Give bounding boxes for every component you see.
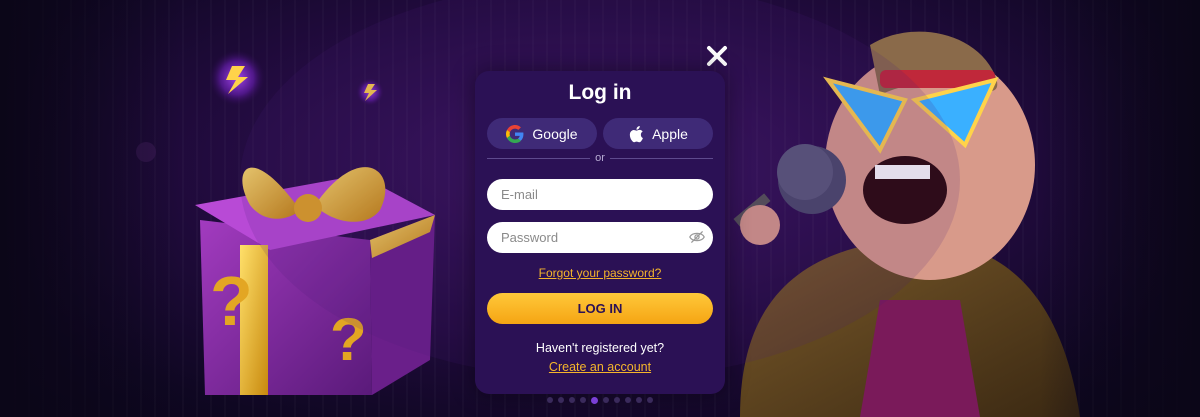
google-login-button[interactable]: Google	[487, 118, 597, 149]
modal-title: Log in	[568, 81, 632, 104]
right-edge-fade	[1040, 0, 1200, 417]
carousel-dot[interactable]	[580, 397, 586, 403]
carousel-dot[interactable]	[625, 397, 631, 403]
svg-text:?: ?	[210, 262, 253, 340]
left-edge-fade	[0, 0, 180, 417]
carousel-indicators	[530, 397, 670, 405]
carousel-dot[interactable]	[647, 397, 653, 403]
apple-label: Apple	[652, 125, 688, 142]
carousel-dot[interactable]	[569, 397, 575, 403]
close-icon	[707, 46, 727, 66]
carousel-dot[interactable]	[603, 397, 609, 403]
email-field[interactable]	[487, 179, 713, 210]
eye-slash-icon[interactable]	[689, 230, 705, 244]
login-button[interactable]: LOG IN	[487, 293, 713, 324]
login-modal: Log in Google Apple or Forgot your passw…	[475, 71, 725, 394]
carousel-dot[interactable]	[547, 397, 553, 403]
apple-login-button[interactable]: Apple	[603, 118, 713, 149]
apple-icon	[629, 125, 643, 142]
forgot-password-link[interactable]: Forgot your password?	[475, 266, 725, 280]
carousel-dot[interactable]	[591, 397, 598, 404]
create-account-link[interactable]: Create an account	[475, 360, 725, 374]
carousel-dot[interactable]	[636, 397, 642, 403]
google-icon	[506, 124, 524, 143]
carousel-dot[interactable]	[558, 397, 564, 403]
close-button[interactable]	[703, 42, 731, 70]
carousel-dot[interactable]	[614, 397, 620, 403]
not-registered-text: Haven't registered yet?	[535, 341, 665, 355]
google-label: Google	[532, 125, 578, 142]
password-field[interactable]	[487, 222, 713, 253]
divider-right	[610, 158, 713, 159]
lightning-orb-large	[209, 50, 265, 106]
